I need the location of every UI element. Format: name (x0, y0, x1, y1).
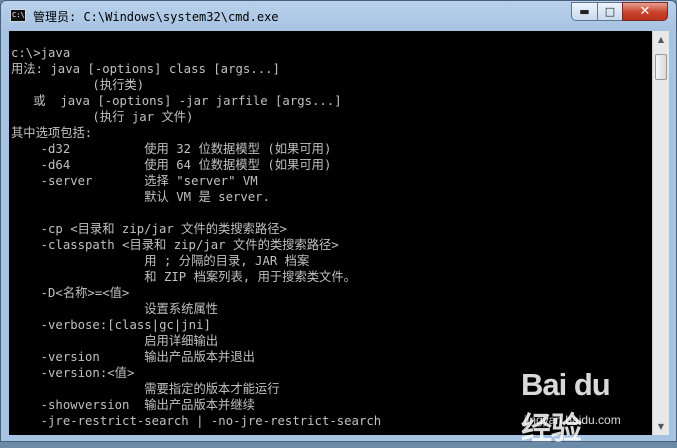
console-line: -d64 使用 64 位数据模型 (如果可用) (11, 158, 332, 172)
maximize-button[interactable]: □ (597, 2, 623, 21)
scroll-up-arrow-icon[interactable]: ▲ (653, 31, 669, 48)
console-line: -jre-restrict-search | -no-jre-restrict-… (11, 414, 382, 428)
console-line: c:\>java (11, 46, 71, 60)
cmd-icon[interactable]: C:\ (10, 9, 26, 22)
console-line: 和 ZIP 档案列表, 用于搜索类文件。 (11, 270, 356, 284)
baidu-jingyan-watermark: Bai du 经验 jingyan.baidu.com (521, 367, 639, 446)
console-line: 或 java [-options] -jar jarfile [args...] (11, 94, 342, 108)
console-line: -cp <目录和 zip/jar 文件的类搜索路径> (11, 222, 287, 236)
console-line: -D<名称>=<值> (11, 286, 130, 300)
console-line: 用法: java [-options] class [args...] (11, 62, 280, 76)
cmd-window: C:\ 管理员: C:\Windows\system32\cmd.exe ▬ □… (0, 0, 677, 446)
minimize-icon: ▬ (579, 5, 590, 18)
console-line: 用 ; 分隔的目录, JAR 档案 (11, 254, 310, 268)
console-line: -version:<值> (11, 366, 135, 380)
console-line: (执行类) (11, 78, 145, 92)
close-icon: ✕ (639, 4, 651, 19)
console-line: -classpath <目录和 zip/jar 文件的类搜索路径> (11, 238, 339, 252)
watermark-logo: Bai du 经验 (521, 367, 611, 446)
console-line: (执行 jar 文件) (11, 110, 194, 124)
console-line: 默认 VM 是 server. (11, 190, 270, 204)
maximize-icon: □ (604, 5, 616, 18)
console-line: -version 输出产品版本并退出 (11, 350, 255, 364)
window-title: 管理员: C:\Windows\system32\cmd.exe (33, 10, 279, 24)
console-line: 启用详细输出 (11, 334, 219, 348)
title-bar[interactable]: C:\ 管理员: C:\Windows\system32\cmd.exe ▬ □… (1, 1, 676, 31)
console-line: -showversion 输出产品版本并继续 (11, 398, 255, 412)
console-line: -server 选择 "server" VM (11, 174, 258, 188)
vertical-scrollbar[interactable]: ▲ ▼ (652, 31, 669, 435)
console-line: -verbose:[class|gc|jni] (11, 318, 211, 332)
scroll-down-arrow-icon[interactable]: ▼ (653, 418, 669, 435)
console-line: -d32 使用 32 位数据模型 (如果可用) (11, 142, 332, 156)
minimize-button[interactable]: ▬ (571, 2, 598, 21)
console-line: 设置系统属性 (11, 302, 219, 316)
console-line: 需要指定的版本才能运行 (11, 382, 280, 396)
console-line: 其中选项包括: (11, 126, 93, 140)
watermark-url: jingyan.baidu.com (524, 413, 621, 427)
scroll-thumb[interactable] (655, 54, 667, 80)
close-button[interactable]: ✕ (622, 2, 668, 21)
